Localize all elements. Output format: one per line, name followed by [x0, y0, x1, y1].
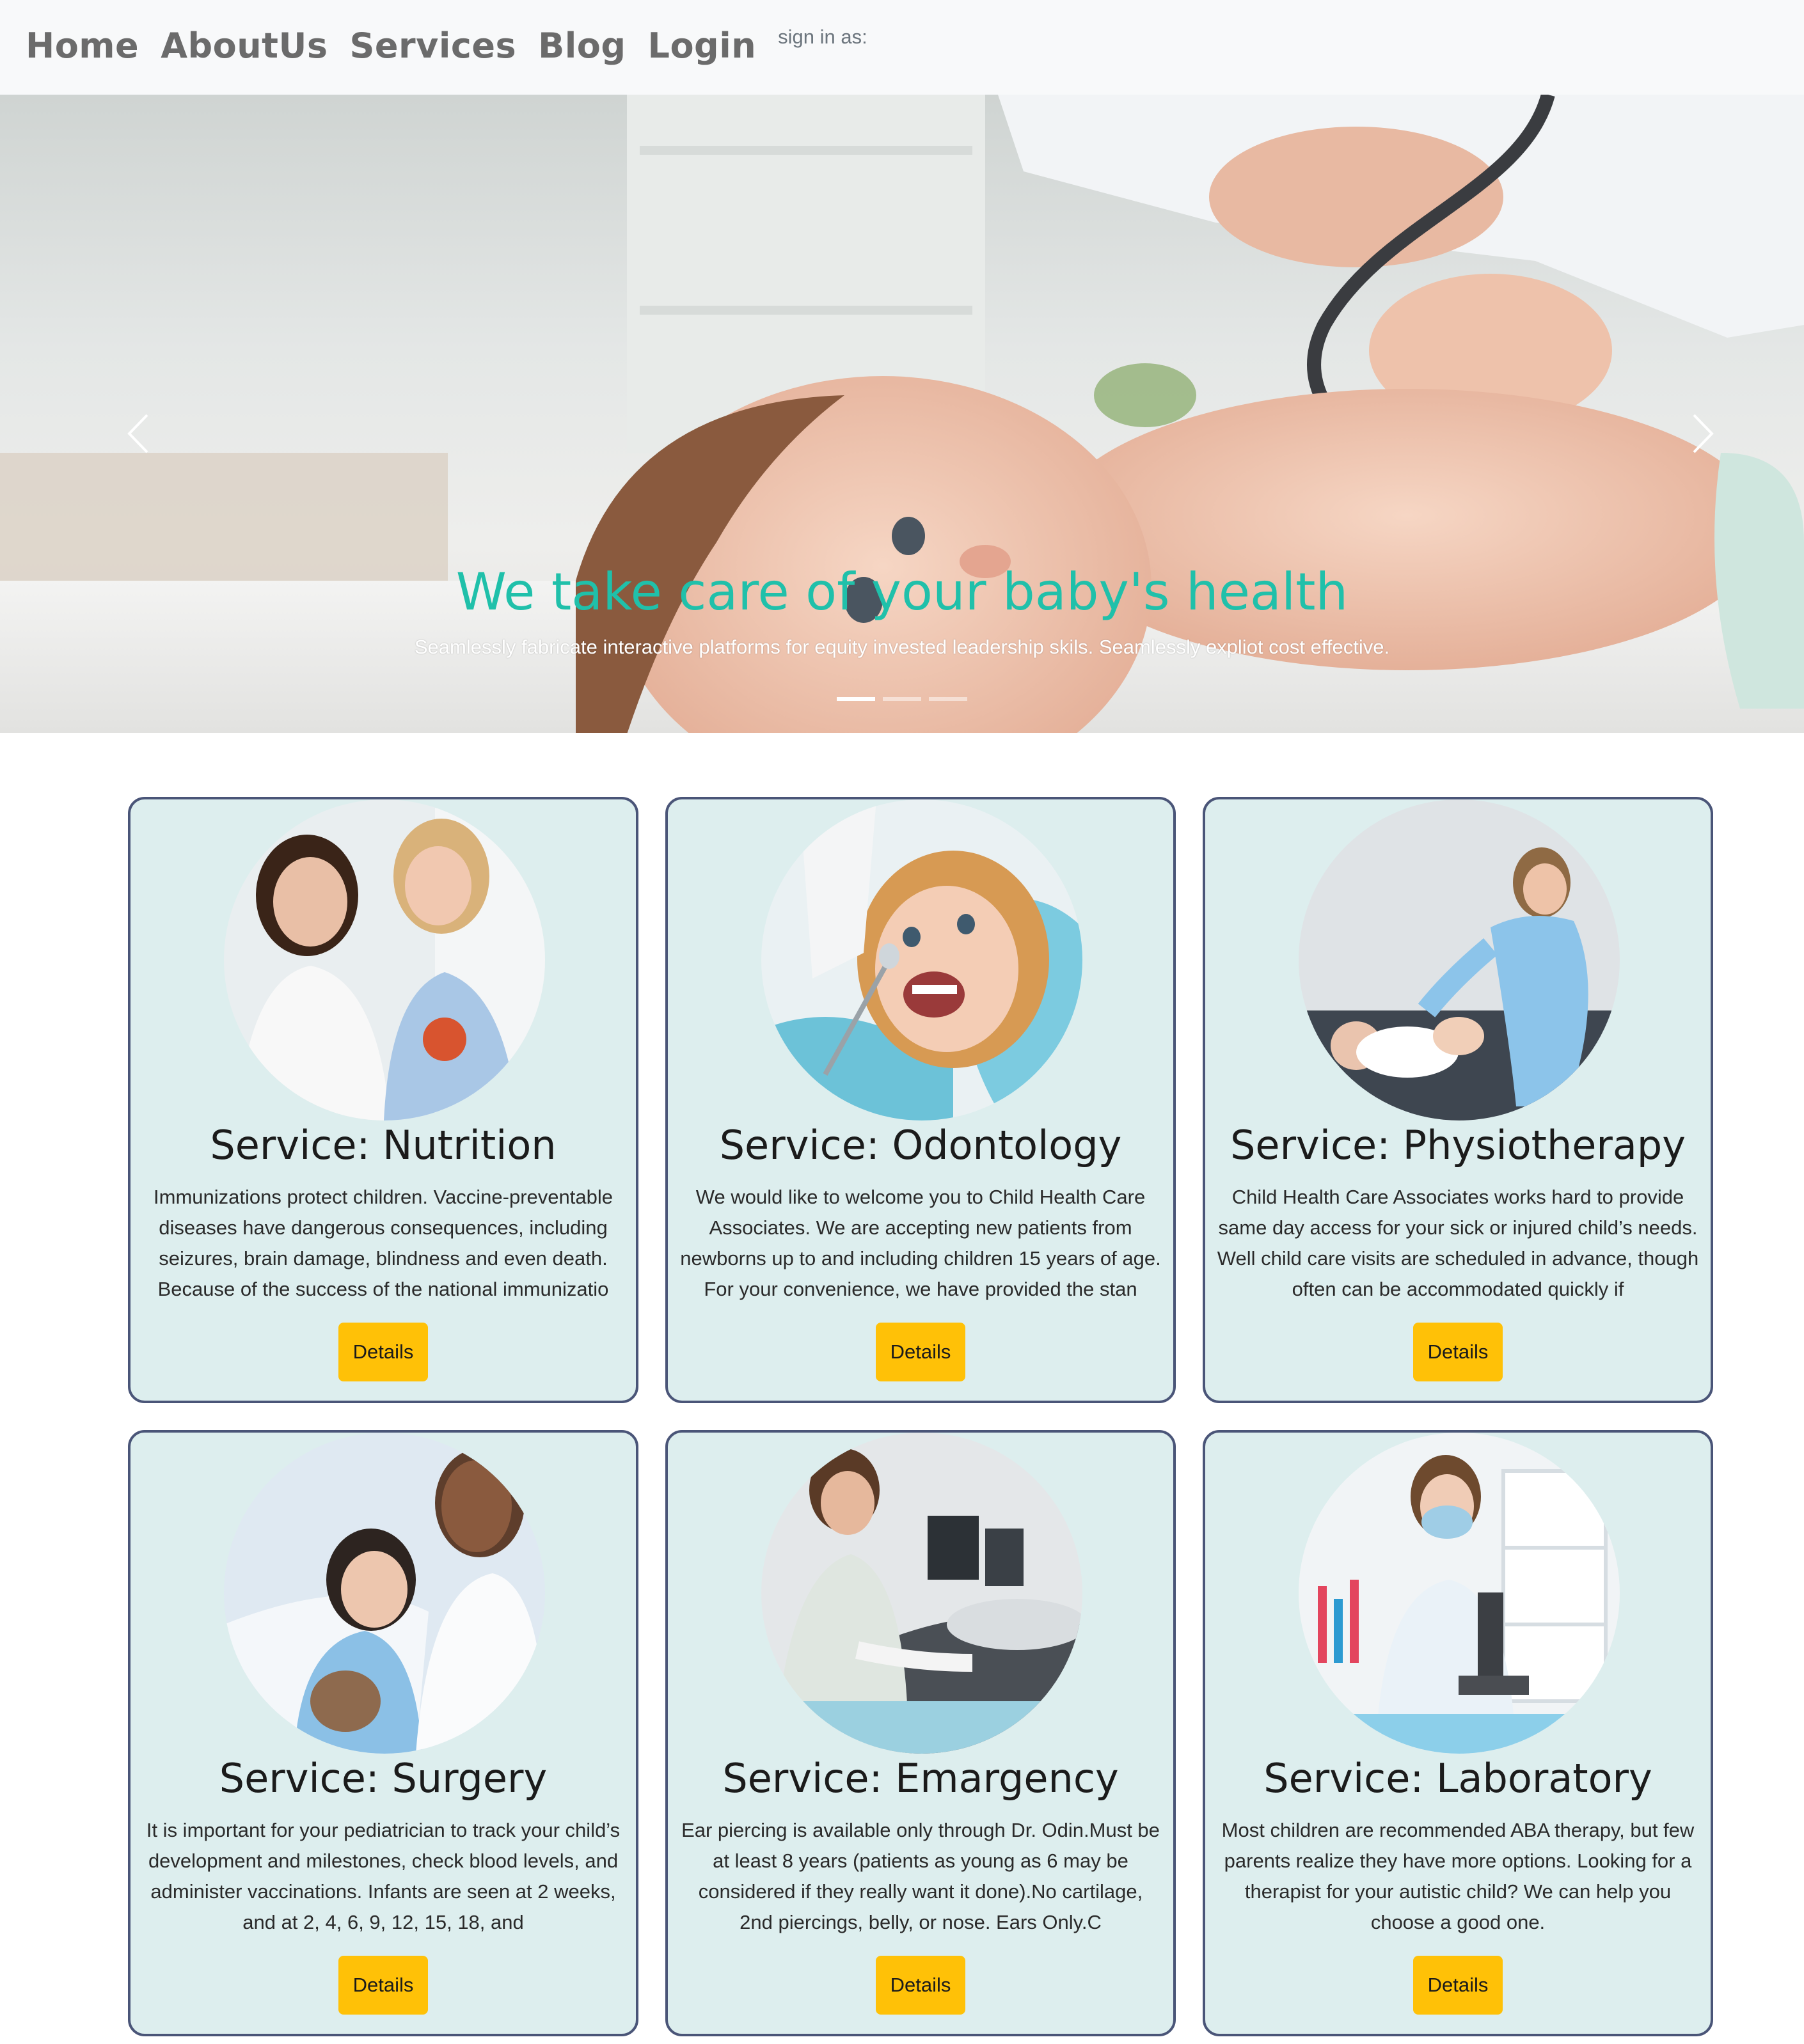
details-button[interactable]: Details	[876, 1323, 965, 1381]
service-card-emargency: Service: Emargency Ear piercing is avail…	[665, 1430, 1176, 2036]
nav-home-link[interactable]: Home	[26, 26, 139, 66]
details-button[interactable]: Details	[876, 1956, 965, 2015]
service-description: Immunizations protect children. Vaccine-…	[154, 1186, 613, 1300]
service-image-odontology	[761, 799, 1082, 1120]
service-description: Child Health Care Associates works hard …	[1217, 1186, 1699, 1300]
service-image-physiotherapy	[1299, 799, 1620, 1120]
details-button[interactable]: Details	[1413, 1956, 1503, 2015]
carousel-indicator-3[interactable]	[929, 697, 967, 701]
services-grid: Service: Nutrition Immunizations protect…	[128, 797, 1713, 2036]
carousel-indicator-2[interactable]	[883, 697, 921, 701]
nav-aboutus-link[interactable]: AboutUs	[161, 26, 328, 66]
chevron-right-icon	[1693, 414, 1714, 453]
navbar: Home AboutUs Services Blog Login sign in…	[0, 0, 1804, 95]
service-card-odontology: Service: Odontology We would like to wel…	[665, 797, 1176, 1403]
carousel-indicator-1[interactable]	[837, 697, 875, 701]
service-description: Most children are recommended ABA therap…	[1221, 1819, 1695, 1933]
service-card-surgery: Service: Surgery It is important for you…	[128, 1430, 638, 2036]
service-card-physiotherapy: Service: Physiotherapy Child Health Care…	[1203, 797, 1713, 1403]
service-card-laboratory: Service: Laboratory Most children are re…	[1203, 1430, 1713, 2036]
service-title: Service: Physiotherapy	[1230, 1122, 1686, 1168]
details-button[interactable]: Details	[338, 1323, 428, 1381]
service-title: Service: Nutrition	[210, 1122, 557, 1168]
carousel-prev-button[interactable]	[113, 395, 164, 472]
hero-title: We take care of your baby's health	[455, 562, 1349, 622]
service-title: Service: Odontology	[719, 1122, 1122, 1168]
service-image-nutrition	[224, 799, 545, 1120]
details-button[interactable]: Details	[1413, 1323, 1503, 1381]
signin-label: sign in as:	[778, 26, 867, 48]
hero-caption: We take care of your baby's health Seaml…	[0, 562, 1804, 659]
service-description: We would like to welcome you to Child He…	[680, 1186, 1161, 1300]
service-image-surgery	[224, 1433, 545, 1754]
service-description: It is important for your pediatrician to…	[146, 1819, 621, 1933]
service-title: Service: Emargency	[722, 1755, 1119, 1802]
service-title: Service: Surgery	[219, 1755, 548, 1802]
hero-subtitle: Seamlessly fabricate interactive platfor…	[414, 636, 1390, 658]
carousel-next-button[interactable]	[1677, 395, 1729, 472]
chevron-left-icon	[127, 414, 148, 453]
service-description: Ear piercing is available only through D…	[681, 1819, 1160, 1933]
hero-carousel: We take care of your baby's health Seaml…	[0, 95, 1804, 733]
nav-login-link[interactable]: Login	[648, 26, 757, 66]
nav-services-link[interactable]: Services	[349, 26, 516, 66]
carousel-indicators	[0, 697, 1804, 704]
details-button[interactable]: Details	[338, 1956, 428, 2015]
service-image-emargency	[761, 1433, 1082, 1754]
service-card-nutrition: Service: Nutrition Immunizations protect…	[128, 797, 638, 1403]
nav-blog-link[interactable]: Blog	[538, 26, 626, 66]
service-title: Service: Laboratory	[1263, 1755, 1652, 1802]
service-image-laboratory	[1299, 1433, 1620, 1754]
